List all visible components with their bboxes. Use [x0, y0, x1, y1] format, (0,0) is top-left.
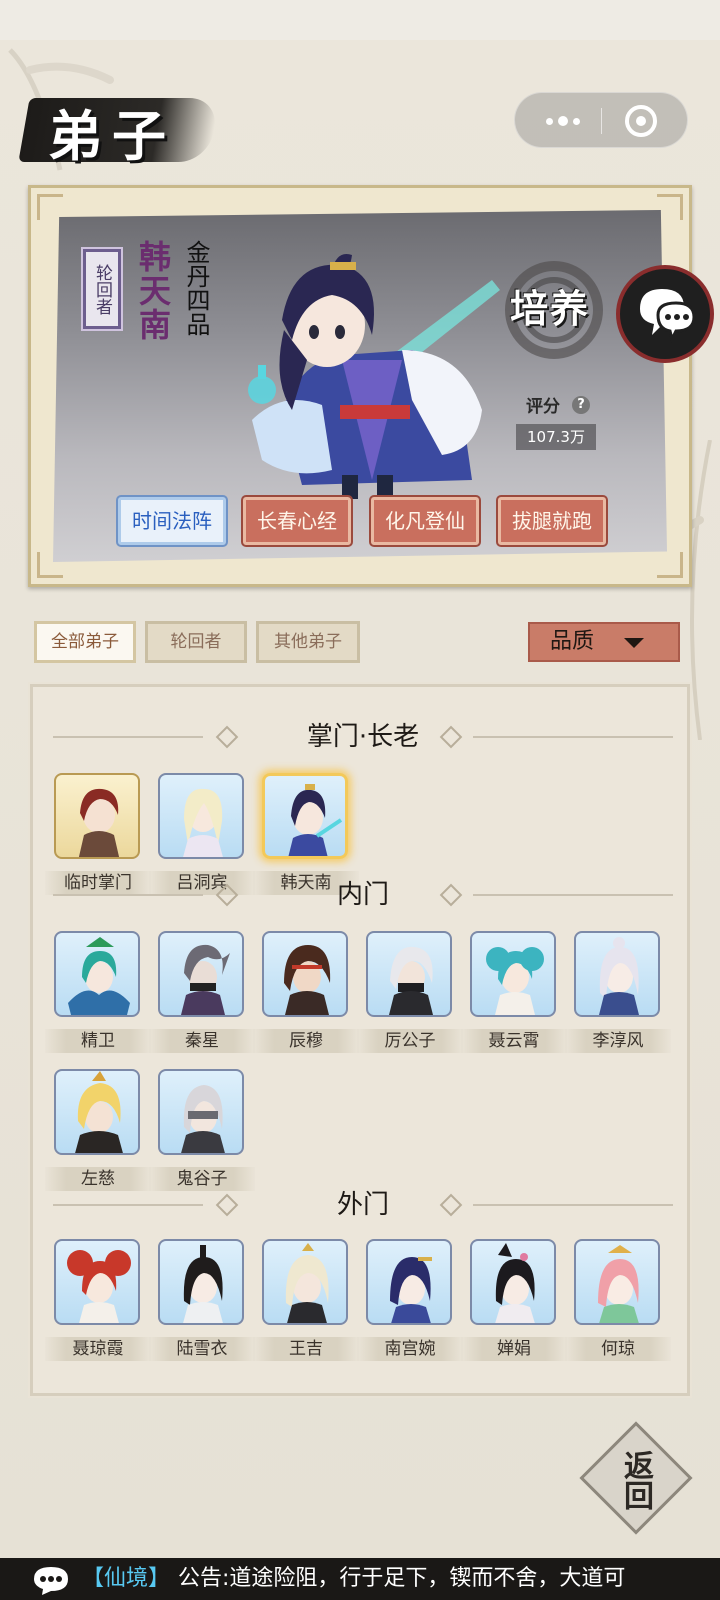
disciple-name: 南宫婉 — [384, 1339, 436, 1359]
back-button-label[interactable]: 返回 — [602, 1440, 668, 1520]
divider-line — [53, 1204, 203, 1206]
tab-other-disciples[interactable]: 其他弟子 — [256, 621, 360, 663]
announcement-ticker[interactable]: 【仙境】 公告:道途险阻，行于足下，锲而不舍，大道可 — [0, 1558, 720, 1600]
disciple-name: 聂云霄 — [488, 1031, 540, 1051]
disciple-name: 李淳风 — [592, 1031, 644, 1051]
frame-corner — [657, 552, 683, 578]
chat-bubble-icon — [640, 289, 696, 344]
disciple-card[interactable]: 聂云霄 — [461, 931, 567, 1053]
ticker-text: 公告:道途险阻，行于足下，锲而不舍，大道可 — [178, 1566, 626, 1591]
skill-button-3[interactable]: 化凡登仙 — [369, 495, 481, 547]
divider-line — [473, 736, 673, 738]
ticker-channel: 【仙境】 — [82, 1566, 171, 1591]
close-circle-icon[interactable] — [625, 105, 657, 137]
disciple-portrait — [54, 773, 140, 859]
more-dots-icon[interactable] — [537, 93, 589, 149]
score-label: 评分 — [526, 397, 560, 417]
disciple-name: 聂琼霞 — [72, 1339, 124, 1359]
divider-line — [53, 894, 203, 896]
disciple-card[interactable]: 秦星 — [149, 931, 255, 1053]
hero-rank: 金丹四品 — [182, 240, 210, 336]
divider-line — [473, 894, 673, 896]
disciple-name: 精卫 — [81, 1031, 115, 1051]
tab-reincarnators[interactable]: 轮回者 — [145, 621, 247, 663]
disciple-card[interactable]: 南宫婉 — [357, 1239, 463, 1361]
cultivate-button[interactable]: 培养 — [500, 278, 600, 338]
disciple-card[interactable]: 鬼谷子 — [149, 1069, 255, 1191]
chat-bubble-icon — [34, 1567, 68, 1595]
disciple-portrait — [158, 773, 244, 859]
skill-button-2[interactable]: 长春心经 — [241, 495, 353, 547]
disciple-portrait — [574, 1239, 660, 1325]
quality-sort-dropdown[interactable]: 品质 — [528, 622, 680, 662]
reincarnator-tag: 轮回者 — [81, 247, 123, 331]
disciple-card[interactable]: 厉公子 — [357, 931, 463, 1053]
section-header-inner: 内门 — [33, 875, 687, 915]
disciple-name: 婵娟 — [497, 1339, 531, 1359]
disciple-portrait — [54, 1069, 140, 1155]
disciple-name: 秦星 — [185, 1031, 219, 1051]
capsule-divider — [601, 108, 602, 134]
disciple-card[interactable]: 精卫 — [45, 931, 151, 1053]
disciple-name: 陆雪衣 — [176, 1339, 228, 1359]
disciple-name: 何琼 — [601, 1339, 635, 1359]
disciple-portrait — [158, 1069, 244, 1155]
disciple-portrait — [262, 931, 348, 1017]
chat-button[interactable] — [616, 265, 714, 363]
disciple-card[interactable]: 何琼 — [565, 1239, 671, 1361]
section-header-outer: 外门 — [33, 1185, 687, 1225]
disciple-portrait — [574, 931, 660, 1017]
page-title: 弟子 — [48, 104, 176, 168]
disciple-card[interactable]: 左慈 — [45, 1069, 151, 1191]
disciple-name: 厉公子 — [384, 1031, 436, 1051]
disciple-card[interactable]: 辰穆 — [253, 931, 359, 1053]
score-value: 107.3万 — [516, 424, 596, 450]
help-icon[interactable]: ? — [572, 396, 590, 414]
disciple-portrait — [470, 1239, 556, 1325]
chevron-down-icon — [624, 638, 644, 648]
section-header-elders: 掌门·长老 — [33, 717, 687, 757]
disciple-card[interactable]: 婵娟 — [461, 1239, 567, 1361]
divider-line — [53, 736, 203, 738]
disciple-name: 辰穆 — [289, 1031, 323, 1051]
hero-portrait[interactable] — [222, 240, 512, 502]
disciple-card[interactable]: 李淳风 — [565, 931, 671, 1053]
disciple-portrait — [54, 931, 140, 1017]
tab-all-disciples[interactable]: 全部弟子 — [34, 621, 136, 663]
disciple-portrait — [262, 773, 348, 859]
skill-button-4[interactable]: 拔腿就跑 — [496, 495, 608, 547]
disciple-portrait — [158, 1239, 244, 1325]
frame-corner — [37, 194, 63, 220]
mini-program-capsule — [514, 92, 688, 148]
disciple-portrait — [366, 1239, 452, 1325]
disciple-name: 王吉 — [289, 1339, 323, 1359]
disciple-portrait — [54, 1239, 140, 1325]
disciple-portrait — [158, 931, 244, 1017]
hero-name: 韩天南 — [134, 240, 172, 342]
disciple-portrait — [262, 1239, 348, 1325]
disciple-card[interactable]: 聂琼霞 — [45, 1239, 151, 1361]
disciple-roster: 掌门·长老 临时掌门 吕洞宾 韩天南 内门 精卫 秦星 辰穆 厉公子 聂云霄 李… — [28, 682, 692, 1398]
skill-button-1[interactable]: 时间法阵 — [116, 495, 228, 547]
disciple-card[interactable]: 陆雪衣 — [149, 1239, 255, 1361]
disciple-portrait — [470, 931, 556, 1017]
divider-line — [473, 1204, 673, 1206]
disciple-portrait — [366, 931, 452, 1017]
top-bar — [0, 0, 720, 40]
disciple-card[interactable]: 王吉 — [253, 1239, 359, 1361]
